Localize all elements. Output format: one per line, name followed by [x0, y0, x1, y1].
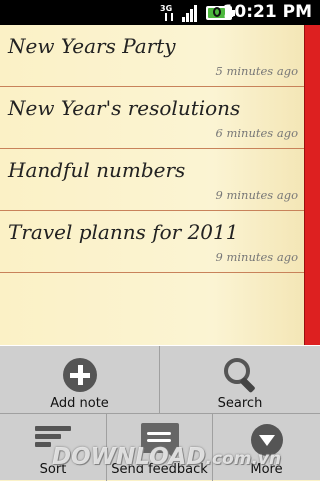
send-feedback-label: Send feedback: [111, 462, 208, 477]
note-item[interactable]: New Year's resolutions 6 minutes ago: [0, 87, 304, 149]
note-item[interactable]: Handful numbers 9 minutes ago: [0, 149, 304, 211]
network-type-label: 3G: [160, 3, 173, 13]
notebook-edge-strip: [304, 25, 320, 355]
note-title: Travel planns for 2011: [8, 220, 239, 244]
options-menu: Add note Search Sort Send feedback More: [0, 345, 320, 481]
speech-bubble-icon: [140, 423, 179, 459]
note-timestamp: 5 minutes ago: [215, 64, 299, 78]
notes-list[interactable]: New Years Party 5 minutes ago New Year's…: [0, 25, 304, 355]
sort-label: Sort: [39, 462, 67, 477]
note-title: New Years Party: [8, 34, 176, 58]
note-timestamp: 6 minutes ago: [215, 126, 299, 140]
note-timestamp: 9 minutes ago: [215, 188, 299, 202]
3g-data-icon: 3G: [160, 4, 178, 22]
more-button[interactable]: More: [213, 414, 320, 481]
search-button[interactable]: Search: [160, 346, 320, 414]
note-timestamp: 9 minutes ago: [215, 250, 299, 264]
search-label: Search: [217, 396, 263, 411]
status-bar: 3G 10:21 PM: [0, 0, 320, 25]
sort-lines-icon: [35, 426, 71, 456]
more-label: More: [250, 462, 283, 477]
status-icons: 3G: [160, 3, 235, 22]
note-item[interactable]: Travel planns for 2011 9 minutes ago: [0, 211, 304, 273]
plus-circle-icon: [62, 358, 97, 392]
sort-button[interactable]: Sort: [0, 414, 107, 481]
add-note-button[interactable]: Add note: [0, 346, 160, 414]
status-clock: 10:21 PM: [222, 2, 312, 22]
add-note-label: Add note: [50, 396, 109, 411]
note-item[interactable]: New Years Party 5 minutes ago: [0, 25, 304, 87]
chevron-down-circle-icon: [250, 424, 283, 456]
send-feedback-button[interactable]: Send feedback: [107, 414, 213, 481]
signal-strength-icon: [182, 4, 201, 22]
note-title: Handful numbers: [8, 158, 186, 182]
magnifier-icon: [222, 356, 258, 394]
note-title: New Year's resolutions: [8, 96, 241, 120]
